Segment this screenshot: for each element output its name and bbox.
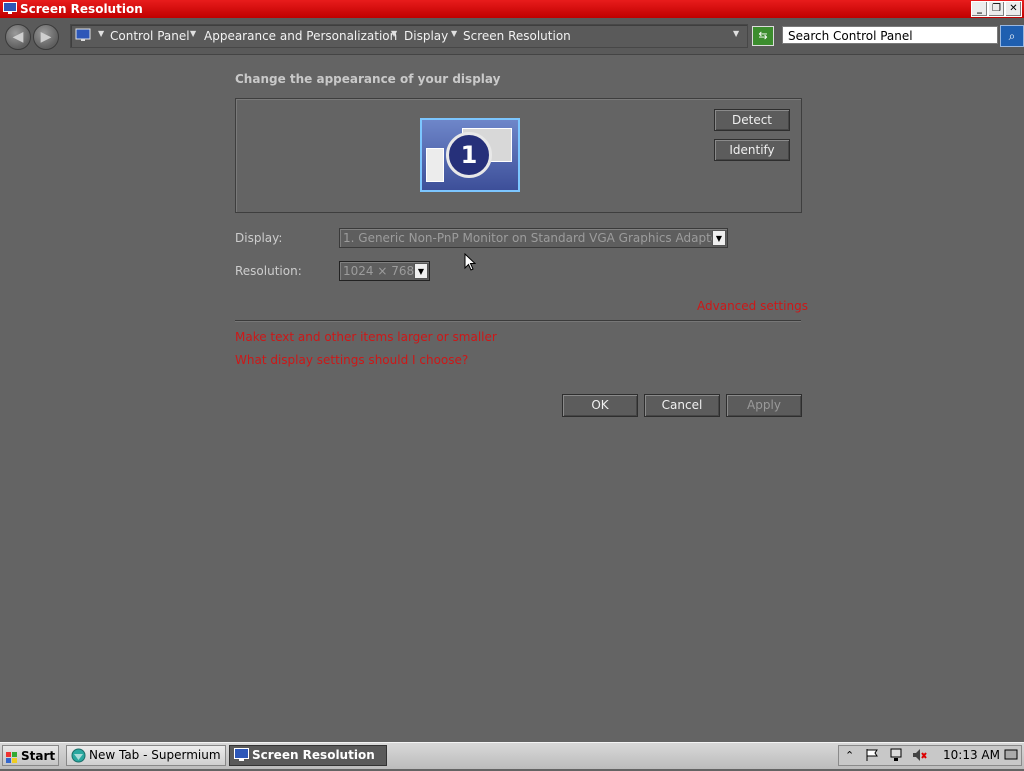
- breadcrumb-display[interactable]: Display: [404, 28, 448, 44]
- volume-muted-icon[interactable]: [912, 748, 928, 765]
- resolution-label: Resolution:: [235, 264, 302, 278]
- forward-button[interactable]: ▶: [33, 24, 59, 50]
- back-button[interactable]: ◀: [5, 24, 31, 50]
- display-icon: [3, 2, 17, 15]
- display-icon: [234, 748, 249, 768]
- taskbar: Start New Tab - Supermium Screen Resolut…: [0, 742, 1024, 769]
- taskbar-item-screen-resolution[interactable]: Screen Resolution: [229, 745, 387, 766]
- browser-icon: [71, 748, 86, 769]
- breadcrumb-screen-resolution[interactable]: Screen Resolution: [463, 28, 571, 44]
- chevron-down-icon[interactable]: ▼: [712, 230, 726, 246]
- control-panel-icon: [75, 27, 91, 46]
- task-label: Screen Resolution: [252, 748, 375, 762]
- monitor-preview-panel: 1 Detect Identify: [235, 98, 802, 213]
- text-size-link[interactable]: Make text and other items larger or smal…: [235, 330, 497, 344]
- chevron-down-icon[interactable]: ▼: [391, 29, 397, 38]
- resolution-select-value: 1024 × 768: [343, 264, 415, 278]
- apply-button[interactable]: Apply: [726, 394, 802, 417]
- chevron-down-icon[interactable]: ▼: [451, 29, 457, 38]
- display-help-link[interactable]: What display settings should I choose?: [235, 353, 468, 367]
- breadcrumb-control-panel[interactable]: Control Panel: [110, 28, 190, 44]
- identify-button[interactable]: Identify: [714, 139, 790, 161]
- window-title: Screen Resolution: [20, 2, 143, 16]
- display-select[interactable]: 1. Generic Non-PnP Monitor on Standard V…: [339, 228, 728, 248]
- monitor-1-thumbnail[interactable]: 1: [420, 118, 520, 192]
- display-select-value: 1. Generic Non-PnP Monitor on Standard V…: [343, 231, 724, 245]
- start-label: Start: [21, 749, 56, 763]
- address-dropdown-icon[interactable]: ▼: [733, 29, 739, 38]
- taskbar-item-supermium[interactable]: New Tab - Supermium: [66, 745, 226, 766]
- restore-button[interactable]: ❐: [988, 1, 1005, 17]
- chevron-down-icon[interactable]: ▼: [98, 29, 104, 38]
- resolution-select[interactable]: 1024 × 768 ▼: [339, 261, 430, 281]
- minimize-button[interactable]: _: [971, 1, 988, 17]
- ok-button[interactable]: OK: [562, 394, 638, 417]
- detect-button[interactable]: Detect: [714, 109, 790, 131]
- search-input[interactable]: Search Control Panel: [782, 26, 998, 44]
- page-title: Change the appearance of your display: [235, 72, 501, 86]
- refresh-button[interactable]: ⇆: [752, 26, 774, 46]
- show-hidden-icons-icon[interactable]: ⌃: [845, 749, 854, 762]
- breadcrumb[interactable]: ▼ Control Panel ▼ Appearance and Persona…: [70, 24, 748, 48]
- preview-window: [426, 148, 444, 182]
- clock[interactable]: 10:13 AM: [943, 748, 1000, 762]
- search-icon[interactable]: ⌕: [1000, 25, 1024, 47]
- network-icon[interactable]: [889, 748, 903, 765]
- display-label: Display:: [235, 231, 283, 245]
- advanced-settings-link[interactable]: Advanced settings: [697, 299, 808, 313]
- show-desktop-icon[interactable]: [1004, 748, 1018, 765]
- flag-icon[interactable]: [865, 748, 879, 765]
- start-button[interactable]: Start: [2, 745, 59, 766]
- chevron-down-icon[interactable]: ▼: [190, 29, 196, 38]
- close-button[interactable]: ✕: [1005, 1, 1022, 17]
- divider: [235, 320, 801, 322]
- breadcrumb-appearance[interactable]: Appearance and Personalization: [204, 28, 397, 44]
- system-tray: ⌃ 10:13 AM: [838, 745, 1022, 766]
- address-bar: ◀ ▶ ▼ Control Panel ▼ Appearance and Per…: [0, 18, 1024, 55]
- monitor-number: 1: [446, 132, 492, 178]
- task-label: New Tab - Supermium: [89, 748, 221, 762]
- chevron-down-icon[interactable]: ▼: [414, 263, 428, 279]
- cancel-button[interactable]: Cancel: [644, 394, 720, 417]
- title-bar[interactable]: Screen Resolution _ ❐ ✕: [0, 0, 1024, 18]
